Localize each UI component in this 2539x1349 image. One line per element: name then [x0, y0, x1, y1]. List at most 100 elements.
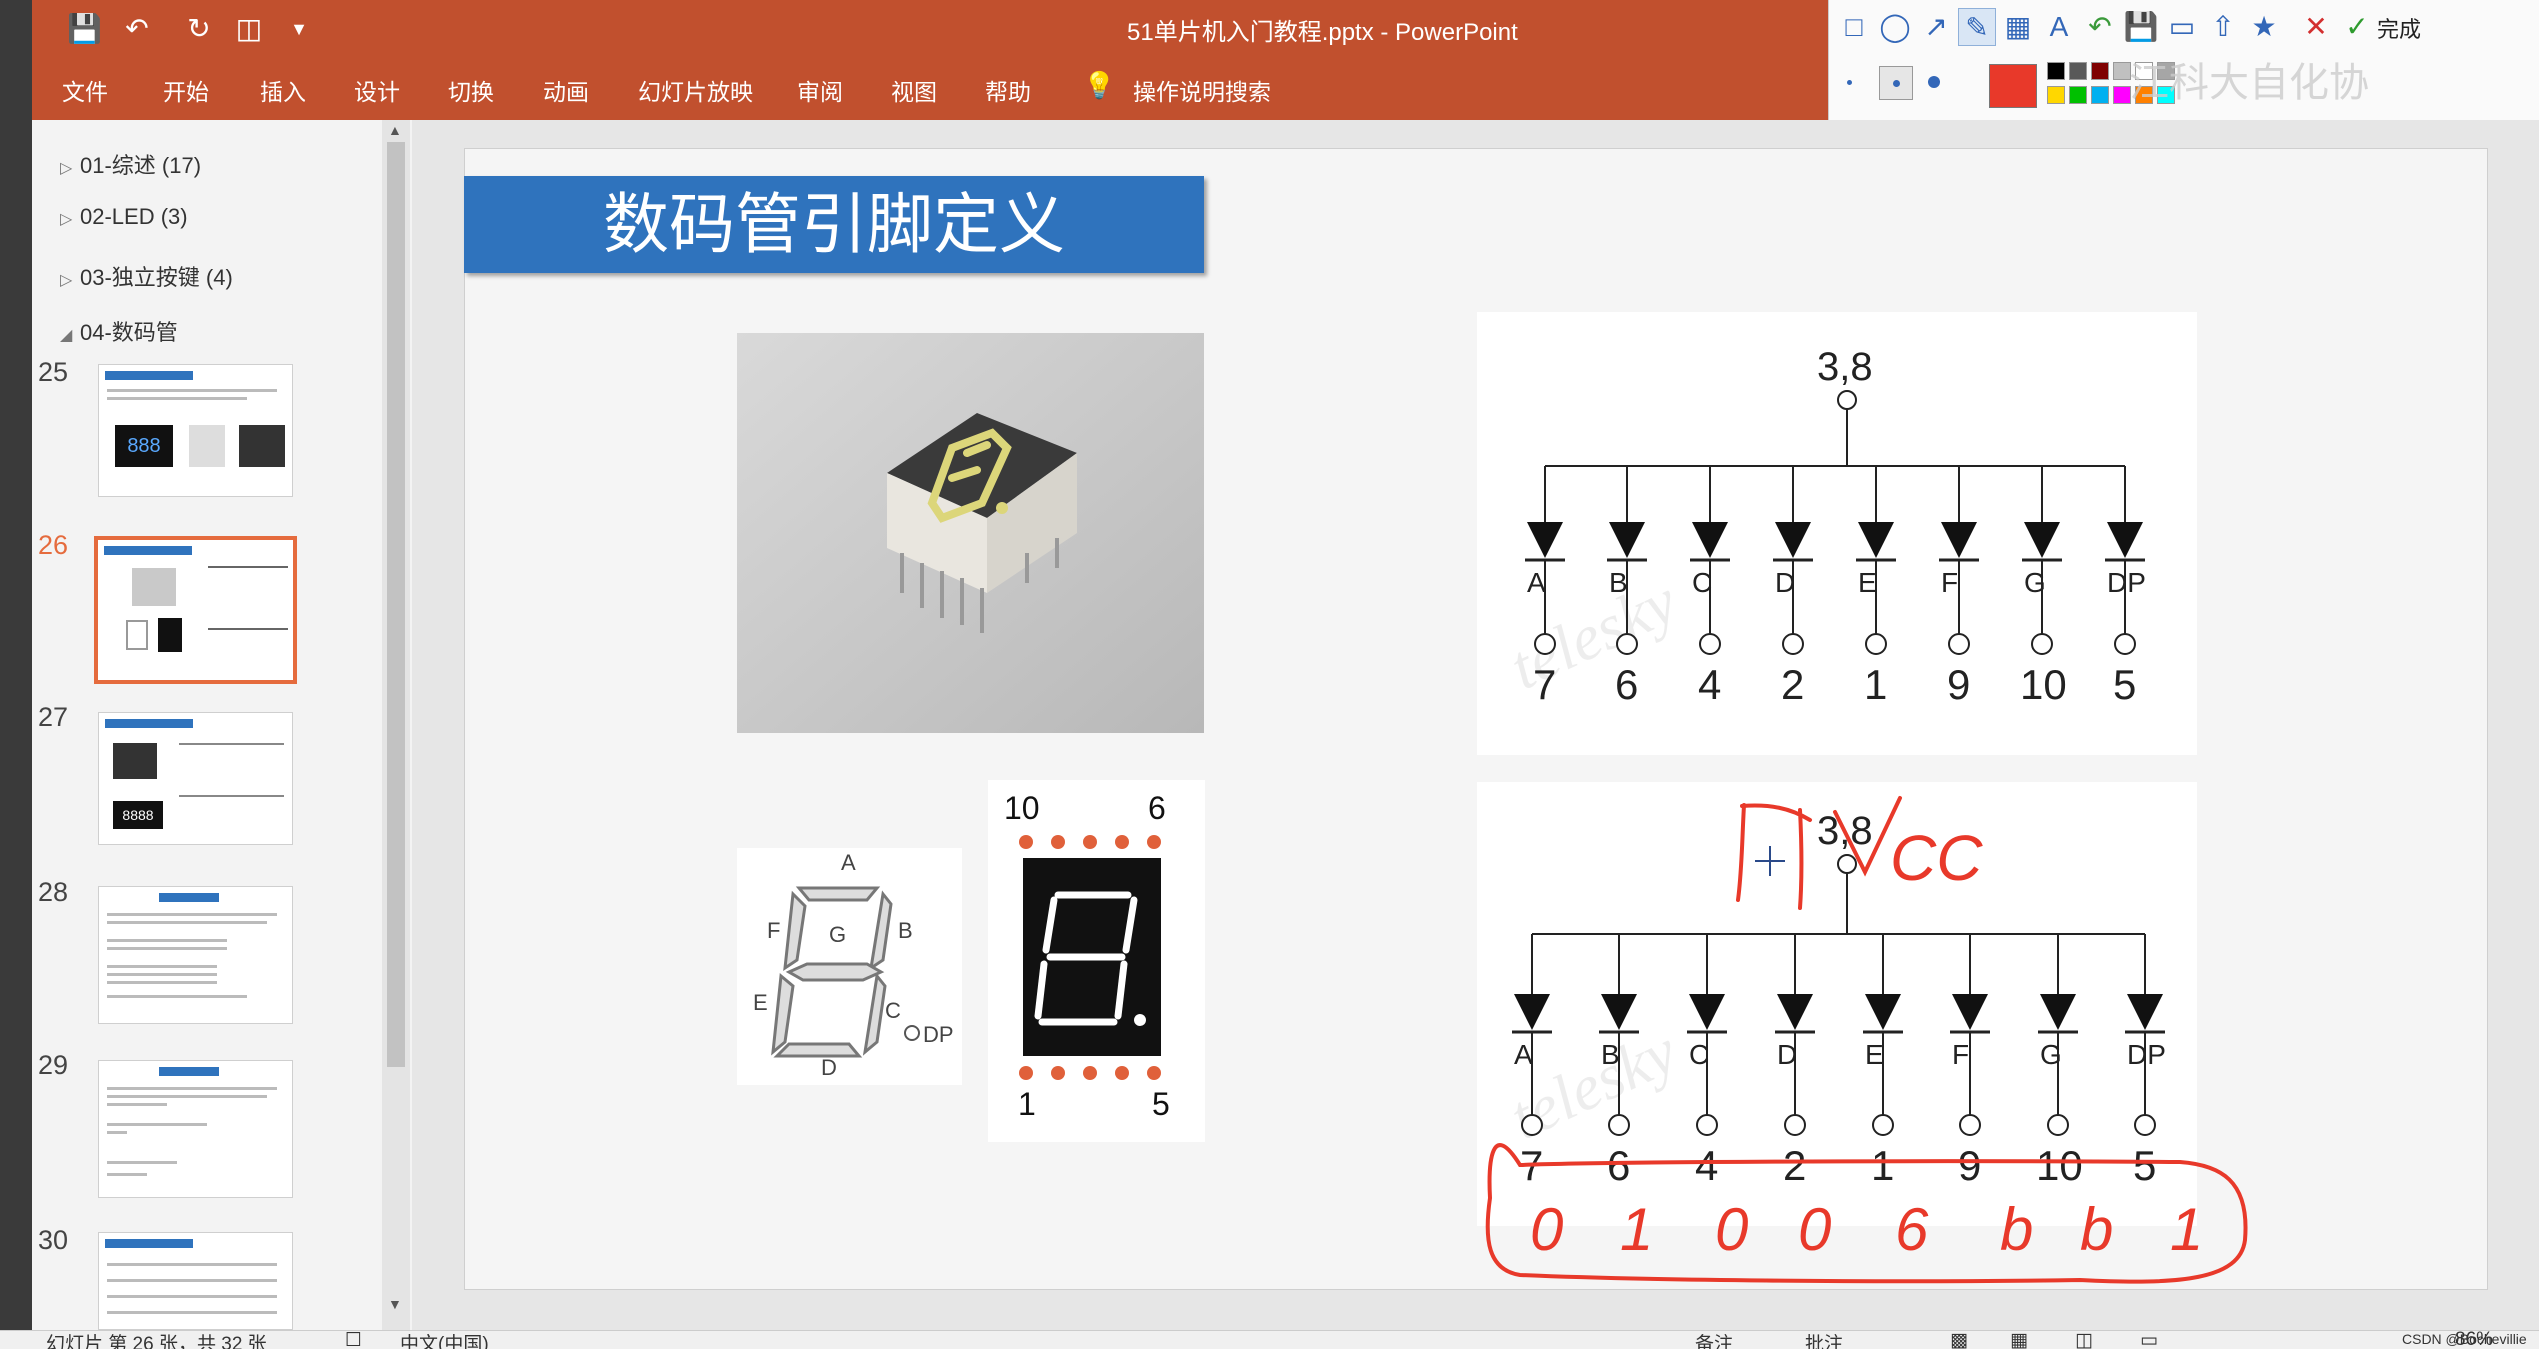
section-01[interactable]: ▷ 01-综述 (17)	[60, 148, 201, 180]
language-indicator[interactable]: 中文(中国)	[400, 1329, 489, 1349]
slideshow-view-icon[interactable]: ▭	[2140, 1329, 2158, 1349]
pin-number-label: 2	[1781, 661, 1804, 708]
expand-arrow-icon[interactable]: ▷	[60, 158, 80, 178]
segment-outline-drawing	[771, 886, 920, 1058]
redo-icon[interactable]: ↻	[182, 12, 216, 46]
expand-arrow-icon[interactable]: ▷	[60, 209, 80, 229]
save-annotation-icon[interactable]: 💾	[2122, 8, 2160, 46]
normal-view-icon[interactable]: ▩	[1950, 1329, 1968, 1349]
color-swatch[interactable]	[2069, 62, 2087, 80]
pin-number-label: 7	[1533, 661, 1556, 708]
led-segment-e: E1	[1856, 466, 1896, 708]
tab-slideshow[interactable]: 幻灯片放映	[638, 73, 753, 107]
color-swatch[interactable]	[2047, 86, 2065, 104]
spellcheck-icon[interactable]: ☐	[345, 1329, 362, 1349]
share-icon[interactable]: ⇧	[2204, 8, 2242, 46]
color-swatch[interactable]	[2047, 62, 2065, 80]
slide-thumbnail-29[interactable]	[98, 1060, 293, 1198]
handwritten-digit: 1	[1620, 1196, 1653, 1263]
pin-label-6: 6	[1148, 790, 1166, 826]
color-swatch[interactable]	[2091, 86, 2109, 104]
close-icon[interactable]: ✕	[2297, 8, 2335, 46]
expand-arrow-icon[interactable]: ▷	[60, 270, 80, 290]
pin-label-10: 10	[1004, 790, 1040, 826]
slide-counter: 幻灯片 第 26 张，共 32 张	[46, 1334, 267, 1349]
pen-size-medium[interactable]	[1879, 66, 1913, 100]
section-02[interactable]: ▷ 02-LED (3)	[60, 204, 188, 230]
tab-insert[interactable]: 插入	[260, 73, 306, 107]
segment-label: E	[1858, 567, 1877, 598]
save-icon[interactable]: 💾	[67, 12, 102, 46]
tab-animations[interactable]: 动画	[543, 73, 589, 107]
comments-button[interactable]: 批注	[1805, 1329, 1843, 1349]
scroll-up-icon[interactable]: ▲	[388, 122, 402, 138]
pin-number-label: 5	[2113, 661, 2136, 708]
done-button[interactable]: 完成	[2377, 12, 2421, 44]
slide-thumbnail-25[interactable]: 888	[98, 364, 293, 497]
scrollbar-thumb[interactable]	[387, 142, 405, 1067]
ellipse-tool-icon[interactable]: ◯	[1876, 8, 1914, 46]
tab-home[interactable]: 开始	[163, 73, 209, 107]
handwritten-digit: b	[2000, 1196, 2033, 1263]
slide-title: 数码管引脚定义	[603, 187, 1065, 261]
thumbnail-scrollbar[interactable]: ▲ ▼	[382, 120, 410, 1330]
segment-label: G	[2024, 567, 2046, 598]
handwritten-digit: 1	[2170, 1196, 2203, 1263]
tab-design[interactable]: 设计	[354, 73, 400, 107]
copy-icon[interactable]: ▭	[2163, 8, 2201, 46]
tab-help[interactable]: 帮助	[985, 73, 1031, 107]
slide-thumbnail-26[interactable]	[94, 536, 297, 684]
slide-thumbnail-28[interactable]	[98, 886, 293, 1024]
pen-size-small[interactable]	[1847, 80, 1852, 85]
scroll-down-icon[interactable]: ▼	[388, 1296, 402, 1312]
arrow-tool-icon[interactable]: ↗	[1917, 8, 1955, 46]
pen-tool-icon[interactable]: ✎	[1958, 8, 1996, 46]
undo-annotation-icon[interactable]: ↶	[2081, 8, 2119, 46]
handwritten-digit: 0	[1798, 1196, 1831, 1263]
undo-icon[interactable]: ↶	[120, 12, 154, 46]
color-swatch[interactable]	[2091, 62, 2109, 80]
section-04[interactable]: ◢ 04-数码管	[60, 315, 178, 347]
handwritten-digit: 6	[1895, 1196, 1929, 1263]
tab-file[interactable]: 文件	[62, 73, 108, 107]
slide-thumbnail-27[interactable]: 8888	[98, 712, 293, 845]
section-03[interactable]: ▷ 03-独立按键 (4)	[60, 260, 233, 292]
pin-label-1: 1	[1018, 1086, 1036, 1122]
handwritten-digit: b	[2080, 1196, 2113, 1263]
slide-sorter-icon[interactable]: ▦	[2010, 1329, 2028, 1349]
color-swatch[interactable]	[2069, 86, 2087, 104]
pen-size-large[interactable]	[1928, 76, 1940, 88]
segment-label-diagram[interactable]: A B C D E F G DP	[737, 848, 962, 1085]
seg-label-f: F	[767, 918, 781, 943]
text-tool-icon[interactable]: A	[2040, 8, 2078, 46]
lightbulb-icon[interactable]: 💡	[1083, 70, 1115, 101]
collapse-arrow-icon[interactable]: ◢	[60, 325, 80, 345]
segment-label: DP	[2107, 567, 2146, 598]
slide-thumbnail-30[interactable]	[98, 1232, 293, 1330]
pin-number-label: 1	[1864, 661, 1887, 708]
pin-icon[interactable]: ★	[2245, 8, 2283, 46]
seg-label-g: G	[829, 922, 847, 947]
led-segment-c: C4	[1690, 466, 1730, 708]
section-label: 02-LED (3)	[80, 204, 188, 229]
tell-me-search[interactable]: 操作说明搜索	[1133, 73, 1271, 107]
current-color-swatch[interactable]	[1989, 64, 2037, 108]
present-icon[interactable]: ◫	[232, 12, 266, 46]
tab-view[interactable]: 视图	[891, 73, 937, 107]
customize-icon[interactable]: ▼	[282, 12, 316, 46]
tab-review[interactable]: 审阅	[797, 73, 843, 107]
common-anode-circuit-top[interactable]: telesky 3,8 A 7 B 6 C 4 D 2 E 1 F 9 G 10 DP 5	[1477, 312, 2197, 755]
reading-view-icon[interactable]: ◫	[2075, 1329, 2093, 1349]
zoom-level[interactable]: 86%	[2455, 1329, 2493, 1349]
rectangle-tool-icon[interactable]: □	[1835, 8, 1873, 46]
slide-title-box[interactable]: 数码管引脚定义	[464, 176, 1204, 273]
segment-display-photo[interactable]	[737, 333, 1204, 733]
circuit-schematic: telesky3,8A7B6C4D2E1F9G10DP5	[1499, 345, 2146, 708]
mosaic-tool-icon[interactable]: ▦	[1999, 8, 2037, 46]
annotation-palette: □ ◯ ↗ ✎ ▦ A ↶ 💾 ▭ ⇧ ★ ✕ ✓ 完成 江科大自化协	[1828, 0, 2539, 120]
tab-transitions[interactable]: 切换	[448, 73, 494, 107]
confirm-icon[interactable]: ✓	[2338, 8, 2376, 46]
led-segment-g: G 10	[2020, 466, 2067, 708]
notes-button[interactable]: 备注	[1695, 1329, 1733, 1349]
module-pinout-diagram[interactable]: 10 6 1 5	[988, 780, 1205, 1142]
